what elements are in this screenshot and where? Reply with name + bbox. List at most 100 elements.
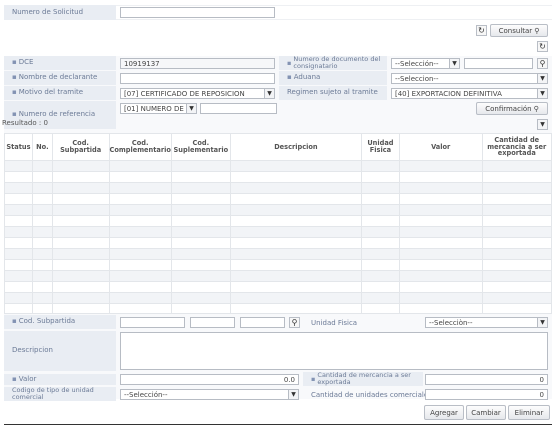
- cantidad-label: Cantidad de mercancia a ser exportada: [317, 371, 411, 386]
- col-suplementario[interactable]: Cod. Suplementario: [170, 133, 231, 161]
- confirmacion-label: Confirmación: [485, 104, 532, 113]
- cantidad-input[interactable]: 0: [425, 374, 548, 385]
- table-row: [4, 248, 553, 260]
- cambiar-button[interactable]: Cambiar: [466, 405, 506, 420]
- table-row: [4, 160, 553, 172]
- regimen-label-cell: Regimen sujeto al tramite: [279, 86, 387, 100]
- items-table-body: [4, 160, 553, 315]
- table-row: [4, 182, 553, 194]
- table-row: [4, 204, 553, 216]
- col-no[interactable]: No.: [31, 133, 53, 161]
- chevron-down-icon: ▼: [186, 104, 196, 113]
- dce-field[interactable]: 10919137: [120, 58, 275, 69]
- chevron-down-icon: ▼: [288, 390, 298, 399]
- refresh-form-button[interactable]: ↻: [537, 41, 548, 52]
- suplementario-input[interactable]: [240, 317, 285, 328]
- codigo-tipo-label-cell: Codigo de tipo de unidad comercial: [4, 387, 116, 401]
- col-valor[interactable]: Valor: [398, 133, 483, 161]
- motivo-label: Motivo del tramite: [18, 88, 84, 97]
- declarante-label-cell: ▪ Nombre de declarante: [4, 71, 116, 85]
- num-doc-input[interactable]: [464, 58, 533, 69]
- subpartida-input[interactable]: [120, 317, 185, 328]
- agregar-button[interactable]: Agregar: [424, 405, 464, 420]
- valor-label: Valor: [18, 374, 37, 383]
- motivo-select[interactable]: [07] CERTIFICADO DE REPOSICION ▼: [120, 88, 275, 99]
- col-complementario[interactable]: Cod. Complementario: [108, 133, 172, 161]
- bottom-divider: [4, 424, 552, 425]
- subpartida-search-button[interactable]: ⚲: [289, 317, 300, 328]
- table-row: [4, 193, 553, 205]
- col-cantidad[interactable]: Cantidad de mercancia a ser exportada: [481, 133, 553, 161]
- table-row: [4, 237, 553, 249]
- consultar-button[interactable]: Consultar ⚲: [490, 24, 548, 37]
- col-subpartida[interactable]: Cod. Subpartida: [51, 133, 110, 161]
- solicitud-label: Numero de Solicitud: [12, 7, 84, 16]
- referencia-select[interactable]: [01] NUMERO DE DI ▼: [120, 103, 197, 114]
- consultar-label: Consultar: [498, 26, 533, 35]
- valor-label-cell: ▪ Valor: [4, 374, 116, 385]
- chevron-down-icon: ▼: [264, 89, 274, 98]
- confirmacion-button[interactable]: Confirmación ⚲: [476, 102, 548, 115]
- unidad-fisica-label: Unidad Fisica: [311, 319, 358, 327]
- table-row: [4, 171, 553, 183]
- table-row: [4, 270, 553, 282]
- col-descripcion[interactable]: Descripcion: [229, 133, 363, 161]
- col-unidad-fisica[interactable]: Unidad Fisica: [361, 133, 400, 161]
- cantidad-label-cell: ▪ Cantidad de mercancia a ser exportada: [303, 372, 423, 386]
- referencia-select-value: [01] NUMERO DE DI: [124, 104, 194, 113]
- dce-label: DCE: [18, 58, 34, 67]
- descripcion-textarea[interactable]: [120, 332, 548, 370]
- aduana-select-value: --Seleccion--: [395, 74, 439, 83]
- table-row: [4, 226, 553, 238]
- regimen-select-value: [40] EXPORTACION DEFINITIVA: [395, 89, 502, 98]
- chevron-down-icon: ▼: [538, 120, 547, 129]
- unidad-fisica-select[interactable]: --Selecciòn-- ▼: [425, 317, 548, 328]
- declarante-input[interactable]: [120, 73, 275, 84]
- table-row: [4, 292, 553, 304]
- descripcion-label-cell: Descripcion: [4, 331, 116, 371]
- chevron-down-icon: ▼: [449, 59, 459, 68]
- chevron-down-icon: ▼: [537, 318, 547, 327]
- num-doc-label: Numero de documento del consignatario: [293, 55, 381, 70]
- aduana-label-cell: ▪ Aduana: [279, 71, 387, 85]
- table-row: [4, 281, 553, 293]
- chevron-down-icon: ▼: [537, 89, 547, 98]
- unidades-comerciales-label: Cantidad de unidades comerciales: [311, 391, 432, 399]
- num-doc-select-value: --Selección--: [395, 59, 439, 68]
- dce-label-cell: ▪ DCE: [4, 56, 116, 70]
- codigo-tipo-label: Codigo de tipo de unidad comercial: [12, 386, 94, 401]
- valor-input[interactable]: 0.0: [120, 374, 299, 385]
- refresh-button[interactable]: ↻: [476, 25, 487, 36]
- motivo-label-cell: ▪ Motivo del tramite: [4, 86, 116, 100]
- aduana-label: Aduana: [293, 73, 321, 82]
- complementario-input[interactable]: [190, 317, 235, 328]
- search-icon: ⚲: [539, 59, 546, 68]
- search-icon: ⚲: [291, 318, 298, 327]
- subpartida-label: Cod. Subpartida: [18, 317, 76, 326]
- unidad-fisica-select-value: --Selecciòn--: [429, 318, 473, 327]
- motivo-select-value: [07] CERTIFICADO DE REPOSICION: [124, 89, 245, 98]
- eliminar-button[interactable]: Eliminar: [508, 405, 550, 420]
- num-doc-select[interactable]: --Selección-- ▼: [391, 58, 460, 69]
- num-doc-label-cell: ▪ Numero de documento del consignatario: [279, 56, 387, 70]
- solicitud-input[interactable]: [120, 7, 275, 18]
- referencia-input[interactable]: [200, 103, 277, 114]
- regimen-select[interactable]: [40] EXPORTACION DEFINITIVA ▼: [391, 88, 548, 99]
- codigo-tipo-select-value: --Selección--: [124, 390, 168, 399]
- table-row: [4, 259, 553, 271]
- search-icon: ⚲: [534, 26, 540, 35]
- regimen-label: Regimen sujeto al tramite: [287, 88, 378, 97]
- declarante-label: Nombre de declarante: [18, 73, 98, 82]
- items-table: Status No. Cod. Subpartida Cod. Compleme…: [4, 133, 553, 315]
- results-count: Resultado : 0: [2, 119, 48, 127]
- aduana-select[interactable]: --Seleccion-- ▼: [391, 73, 548, 84]
- col-status[interactable]: Status: [4, 133, 33, 161]
- chevron-down-icon: ▼: [537, 74, 547, 83]
- results-menu-dropdown[interactable]: ▼: [537, 119, 548, 130]
- num-doc-search-button[interactable]: ⚲: [537, 58, 548, 69]
- codigo-tipo-select[interactable]: --Selección-- ▼: [120, 389, 299, 400]
- unidades-comerciales-input[interactable]: 0: [425, 389, 548, 400]
- search-icon: ⚲: [533, 104, 539, 113]
- solicitud-label-cell: Numero de Solicitud: [4, 5, 116, 20]
- referencia-label: Numero de referencia: [18, 110, 96, 119]
